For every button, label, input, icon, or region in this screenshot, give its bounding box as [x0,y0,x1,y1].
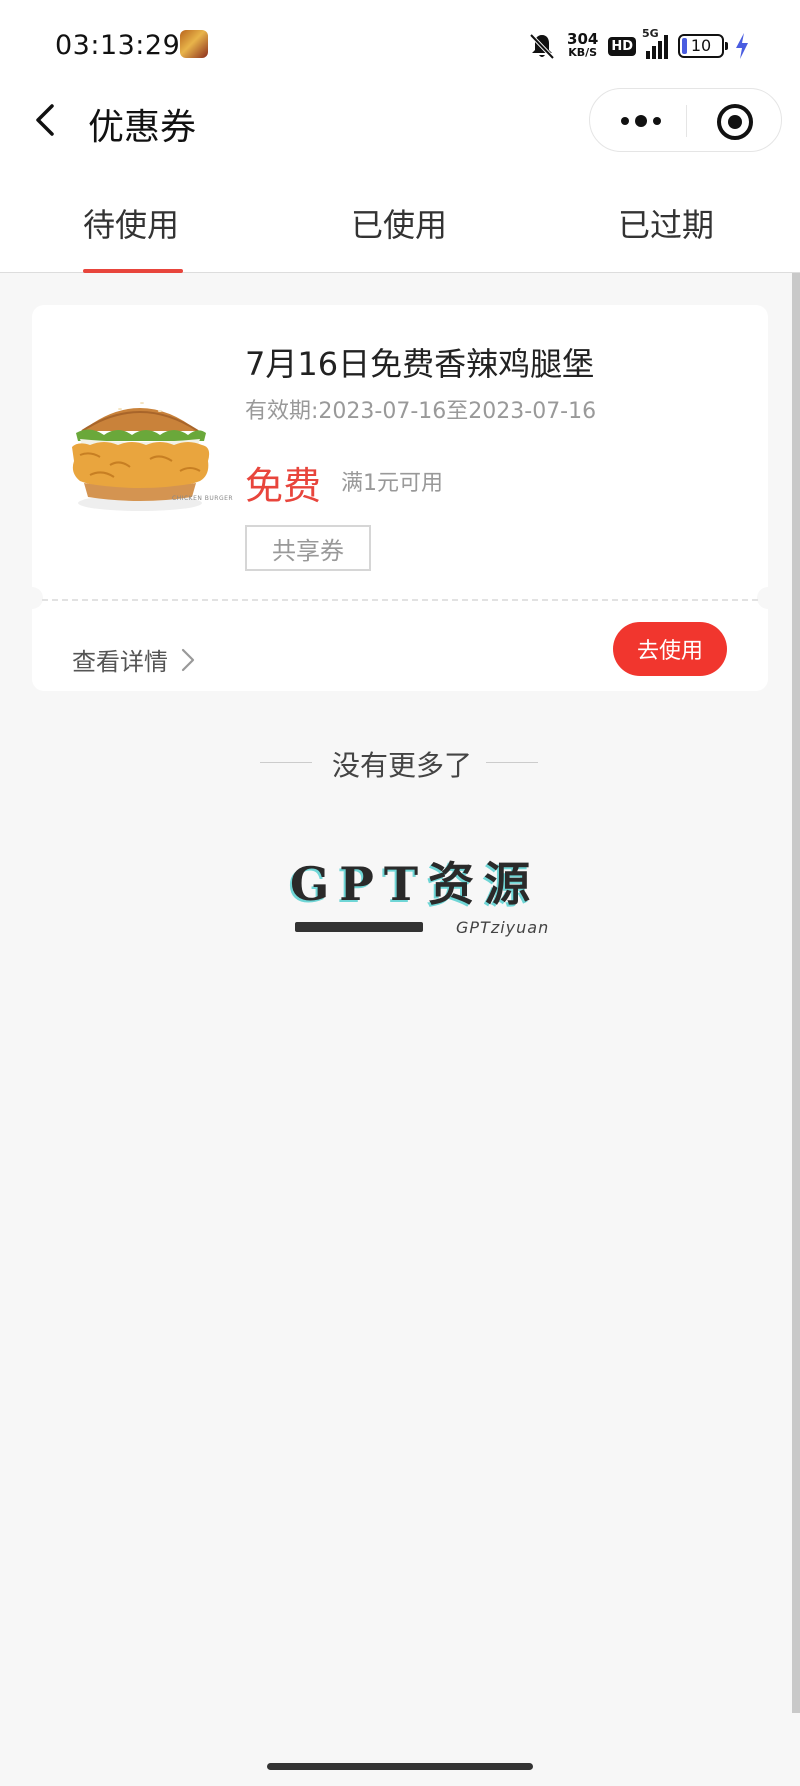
mini-program-capsule [589,88,782,152]
coupon-tabs: 待使用 已使用 已过期 [0,160,800,273]
nav-bar: 优惠券 [0,80,800,160]
hd-badge: HD [608,36,636,56]
status-time: 03:13:29 [55,30,181,61]
coupon-validity: 有效期:2023-07-16至2023-07-16 [245,399,597,424]
signal-icon: 5G [642,27,668,59]
capsule-divider [686,105,687,137]
coupon-price: 免费 [245,464,322,508]
coupon-tag: 共享券 [245,525,371,571]
network-type: 5G [642,27,659,40]
coupon-card[interactable]: CHICKEN BURGER 7月16日免费香辣鸡腿堡 有效期:2023-07-… [21,305,779,691]
game-app-icon [180,30,208,58]
burger-caption: CHICKEN BURGER [172,495,234,502]
coupon-info: CHICKEN BURGER 7月16日免费香辣鸡腿堡 有效期:2023-07-… [32,305,768,598]
status-bar: 03:13:29 304 KB/S HD 5G 10 [0,0,800,92]
view-details-label: 查看详情 [72,648,168,676]
watermark-title: GPT资源 [290,857,541,911]
tab-expired[interactable]: 已过期 [618,200,714,246]
chevron-right-icon [181,648,195,671]
bell-muted-icon [529,33,555,60]
coupon-condition: 满1元可用 [341,471,443,496]
battery-icon: 10 [678,34,728,58]
network-speed-unit: KB/S [568,46,598,59]
tab-unused[interactable]: 待使用 [83,200,179,246]
coupon-notch-left [21,587,43,609]
page-title: 优惠券 [88,107,197,148]
home-indicator[interactable] [267,1763,533,1770]
watermark-bar [295,922,423,932]
view-details-link[interactable]: 查看详情 [72,642,196,677]
back-arrow-icon[interactable] [30,100,60,140]
coupon-divider [42,599,758,601]
status-indicators: 304 KB/S HD 5G 10 [527,27,750,62]
watermark-logo: GPT资源 GPTziyuan [290,848,570,948]
coupon-name: 7月16日免费香辣鸡腿堡 [245,345,595,383]
watermark-subtitle: GPTziyuan [456,918,550,937]
network-speed: 304 KB/S [567,32,598,60]
list-end-text: 没有更多了 [332,749,473,782]
use-coupon-button[interactable]: 去使用 [613,622,727,676]
close-mini-program-icon[interactable] [716,103,754,141]
list-end-indicator: 没有更多了 [0,740,800,784]
list-end-line-left [260,762,312,763]
scrollbar[interactable] [792,273,800,1713]
tab-used[interactable]: 已使用 [351,200,447,246]
coupon-notch-right [757,587,779,609]
list-end-line-right [486,762,538,763]
more-options-icon[interactable] [618,109,664,133]
active-tab-indicator [83,269,183,273]
charging-icon [736,33,748,59]
battery-level: 10 [690,36,712,55]
